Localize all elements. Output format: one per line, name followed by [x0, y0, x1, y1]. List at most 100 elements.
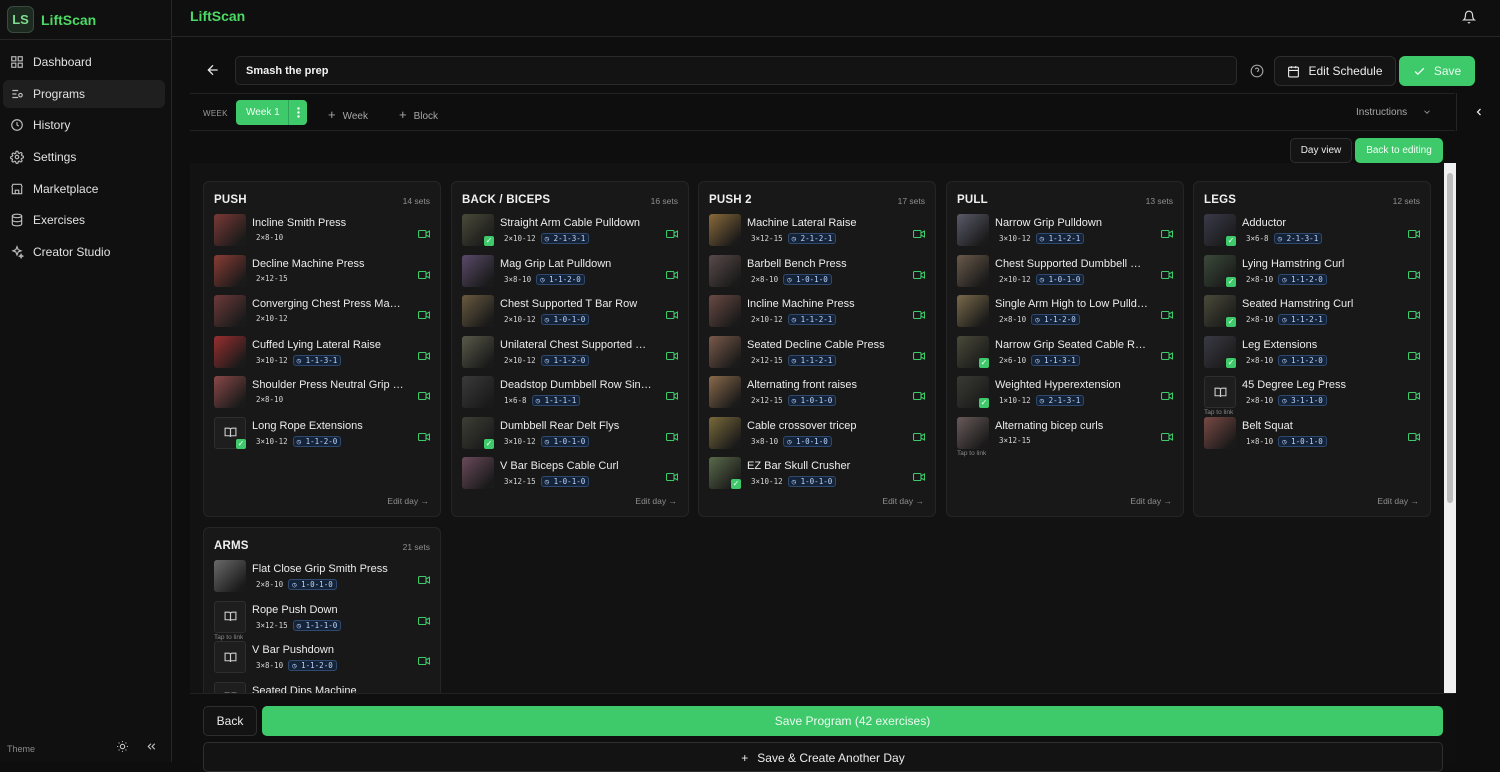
- tempo-badge[interactable]: ◷ 1-1-3-1: [292, 354, 342, 366]
- video-icon[interactable]: [417, 267, 431, 279]
- exercise-thumbnail[interactable]: [214, 254, 246, 287]
- tempo-badge[interactable]: ◷ 2-1-2-1: [787, 233, 837, 244]
- tempo-badge[interactable]: ◷ 1-1-2-1: [787, 314, 837, 325]
- tap-to-link-label[interactable]: Tap to link: [214, 634, 243, 641]
- panel-toggle[interactable]: [1456, 93, 1500, 131]
- tempo-badge[interactable]: ◷ 1-0-1-0: [783, 273, 832, 285]
- exercise-row[interactable]: Incline Machine Press 2×10-12 ◷ 1-1-2-1: [709, 295, 929, 333]
- video-icon[interactable]: [1407, 429, 1421, 441]
- video-icon[interactable]: [1160, 267, 1174, 279]
- video-icon[interactable]: [912, 307, 926, 320]
- tempo-badge[interactable]: ◷ 1-0-1-0: [288, 579, 337, 590]
- kebab-menu-icon[interactable]: [288, 100, 307, 125]
- exercise-row[interactable]: Tap to link Alternating bicep curls 3×12-1…: [957, 416, 1177, 457]
- exercise-thumbnail[interactable]: [709, 295, 741, 327]
- video-icon[interactable]: [1407, 307, 1421, 320]
- day-card[interactable]: PUSH 14 sets Incline Smith Press 2×8-10 Decl…: [203, 181, 441, 517]
- video-icon[interactable]: [1407, 388, 1421, 401]
- exercise-row[interactable]: Flat Close Grip Smith Press 2×8-10 ◷ 1-0-1…: [214, 560, 434, 598]
- video-icon[interactable]: [417, 226, 431, 239]
- tempo-badge[interactable]: ◷ 1-1-3-1: [1031, 354, 1080, 366]
- video-icon[interactable]: [912, 388, 926, 401]
- exercise-row[interactable]: ✓ EZ Bar Skull Crusher 3×10-12 ◷ 1-0-1-0: [709, 457, 929, 495]
- day-card[interactable]: PUSH 2 17 sets Machine Lateral Raise 3×12-1…: [698, 181, 936, 517]
- tempo-badge[interactable]: ◷ 1-1-2-0: [536, 273, 585, 285]
- exercise-row[interactable]: Alternating front raises 2×12-15 ◷ 1-0-1-0: [709, 376, 929, 414]
- exercise-row[interactable]: Deadstop Dumbbell Row Single Arm 1×6-8 ◷ 1…: [462, 376, 682, 414]
- tempo-badge[interactable]: ◷ 2-1-3-1: [540, 233, 590, 244]
- exercise-row[interactable]: Narrow Grip Pulldown 3×10-12 ◷ 1-1-2-1: [957, 214, 1177, 252]
- exercise-row[interactable]: Cuffed Lying Lateral Raise 3×10-12 ◷ 1-1-3…: [214, 335, 434, 374]
- sidebar-item-history[interactable]: History: [3, 111, 165, 139]
- tempo-badge[interactable]: ◷ 1-0-1-0: [787, 476, 837, 487]
- exercise-thumbnail[interactable]: [214, 295, 246, 327]
- video-icon[interactable]: [417, 613, 431, 625]
- add-block-button[interactable]: + Block: [399, 107, 438, 122]
- tempo-badge[interactable]: ◷ 2-1-3-1: [1035, 395, 1085, 406]
- tempo-badge[interactable]: ◷ 1-1-2-1: [1035, 233, 1085, 244]
- week-tab-active[interactable]: Week 1: [236, 100, 307, 125]
- brand[interactable]: LS LiftScan: [0, 0, 172, 40]
- video-icon[interactable]: [665, 307, 679, 320]
- video-icon[interactable]: [417, 572, 431, 585]
- save-program-button[interactable]: Save Program (42 exercises): [262, 706, 1443, 736]
- exercise-row[interactable]: Tap to link Rope Push Down 3×12-15 ◷ 1-1-1-…: [214, 600, 434, 641]
- video-icon[interactable]: [1407, 348, 1421, 360]
- tempo-badge[interactable]: ◷ 1-1-2-1: [787, 354, 837, 366]
- video-icon[interactable]: [665, 388, 679, 401]
- exercise-thumbnail[interactable]: [462, 335, 494, 368]
- exercise-row[interactable]: Chest Supported T Bar Row 2×10-12 ◷ 1-0-1-…: [462, 295, 682, 333]
- sidebar-item-marketplace[interactable]: Marketplace: [3, 175, 165, 203]
- video-icon[interactable]: [1160, 226, 1174, 239]
- exercise-thumbnail[interactable]: [214, 376, 246, 408]
- tempo-badge[interactable]: ◷ 1-0-1-0: [540, 476, 590, 487]
- exercise-row[interactable]: Converging Chest Press Machine 2×10-12: [214, 295, 434, 333]
- exercise-thumbnail[interactable]: [1204, 416, 1236, 449]
- exercise-row[interactable]: ✓ Dumbbell Rear Delt Flys 3×10-12 ◷ 1-0-1-0: [462, 416, 682, 455]
- add-week-button[interactable]: + Week: [328, 107, 368, 122]
- tempo-badge[interactable]: ◷ 1-0-1-0: [1278, 435, 1327, 447]
- tempo-badge[interactable]: ◷ 1-0-1-0: [783, 435, 832, 447]
- day-card[interactable]: BACK / BICEPS 16 sets ✓ Straight Arm Cable …: [451, 181, 689, 517]
- video-icon[interactable]: [417, 653, 431, 666]
- video-icon[interactable]: [417, 307, 431, 320]
- book-icon[interactable]: [214, 681, 246, 693]
- exercise-thumbnail[interactable]: [957, 416, 989, 449]
- exercise-row[interactable]: ✓ Narrow Grip Seated Cable Row 2×6-10 ◷ 1-1…: [957, 335, 1177, 374]
- exercise-thumbnail[interactable]: [462, 254, 494, 287]
- exercise-row[interactable]: Incline Smith Press 2×8-10: [214, 214, 434, 252]
- exercise-thumbnail[interactable]: [462, 295, 494, 327]
- book-icon[interactable]: [214, 600, 246, 633]
- video-icon[interactable]: [912, 226, 926, 239]
- exercise-row[interactable]: Decline Machine Press 2×12-15: [214, 254, 434, 293]
- tempo-badge[interactable]: ◷ 1-0-1-0: [787, 395, 837, 406]
- exercise-thumbnail[interactable]: [709, 214, 741, 246]
- video-icon[interactable]: [1407, 226, 1421, 239]
- exercise-row[interactable]: Tap to link 45 Degree Leg Press 2×8-10 ◷ 3-…: [1204, 376, 1424, 416]
- tempo-badge[interactable]: ◷ 1-1-2-0: [1031, 314, 1080, 325]
- exercise-row[interactable]: Chest Supported Dumbbell Row 2×10-12 ◷ 1-0…: [957, 254, 1177, 293]
- exercise-thumbnail[interactable]: [214, 214, 246, 246]
- exercise-row[interactable]: Belt Squat 1×8-10 ◷ 1-0-1-0: [1204, 416, 1424, 455]
- tempo-badge[interactable]: ◷ 1-1-2-0: [292, 435, 342, 447]
- tempo-badge[interactable]: ◷ 1-1-2-0: [1278, 273, 1327, 285]
- book-icon[interactable]: [214, 641, 246, 673]
- video-icon[interactable]: [912, 348, 926, 360]
- back-to-editing-button[interactable]: Back to editing: [1355, 138, 1443, 163]
- video-icon[interactable]: [665, 226, 679, 239]
- chevron-down-icon[interactable]: [1422, 107, 1432, 117]
- sidebar-item-programs[interactable]: Programs: [3, 79, 165, 108]
- tempo-badge[interactable]: ◷ 1-1-2-0: [540, 354, 590, 366]
- exercise-row[interactable]: Shoulder Press Neutral Grip Machine 2×8-1…: [214, 376, 434, 414]
- exercise-row[interactable]: V Bar Biceps Cable Curl 3×12-15 ◷ 1-0-1-0: [462, 457, 682, 495]
- exercise-row[interactable]: ✓ Lying Hamstring Curl 2×8-10 ◷ 1-1-2-0: [1204, 254, 1424, 293]
- day-card[interactable]: PULL 13 sets Narrow Grip Pulldown 3×10-12 ◷ …: [946, 181, 1184, 517]
- tempo-badge[interactable]: ◷ 1-1-1-0: [292, 619, 342, 631]
- edit-day-link[interactable]: Edit day →: [882, 496, 924, 506]
- tempo-badge[interactable]: ◷ 1-1-2-0: [1278, 354, 1327, 366]
- exercise-thumbnail[interactable]: [214, 560, 246, 592]
- exercise-thumbnail[interactable]: [709, 254, 741, 287]
- video-icon[interactable]: [417, 429, 431, 441]
- video-icon[interactable]: [665, 469, 679, 482]
- edit-day-link[interactable]: Edit day →: [635, 496, 677, 506]
